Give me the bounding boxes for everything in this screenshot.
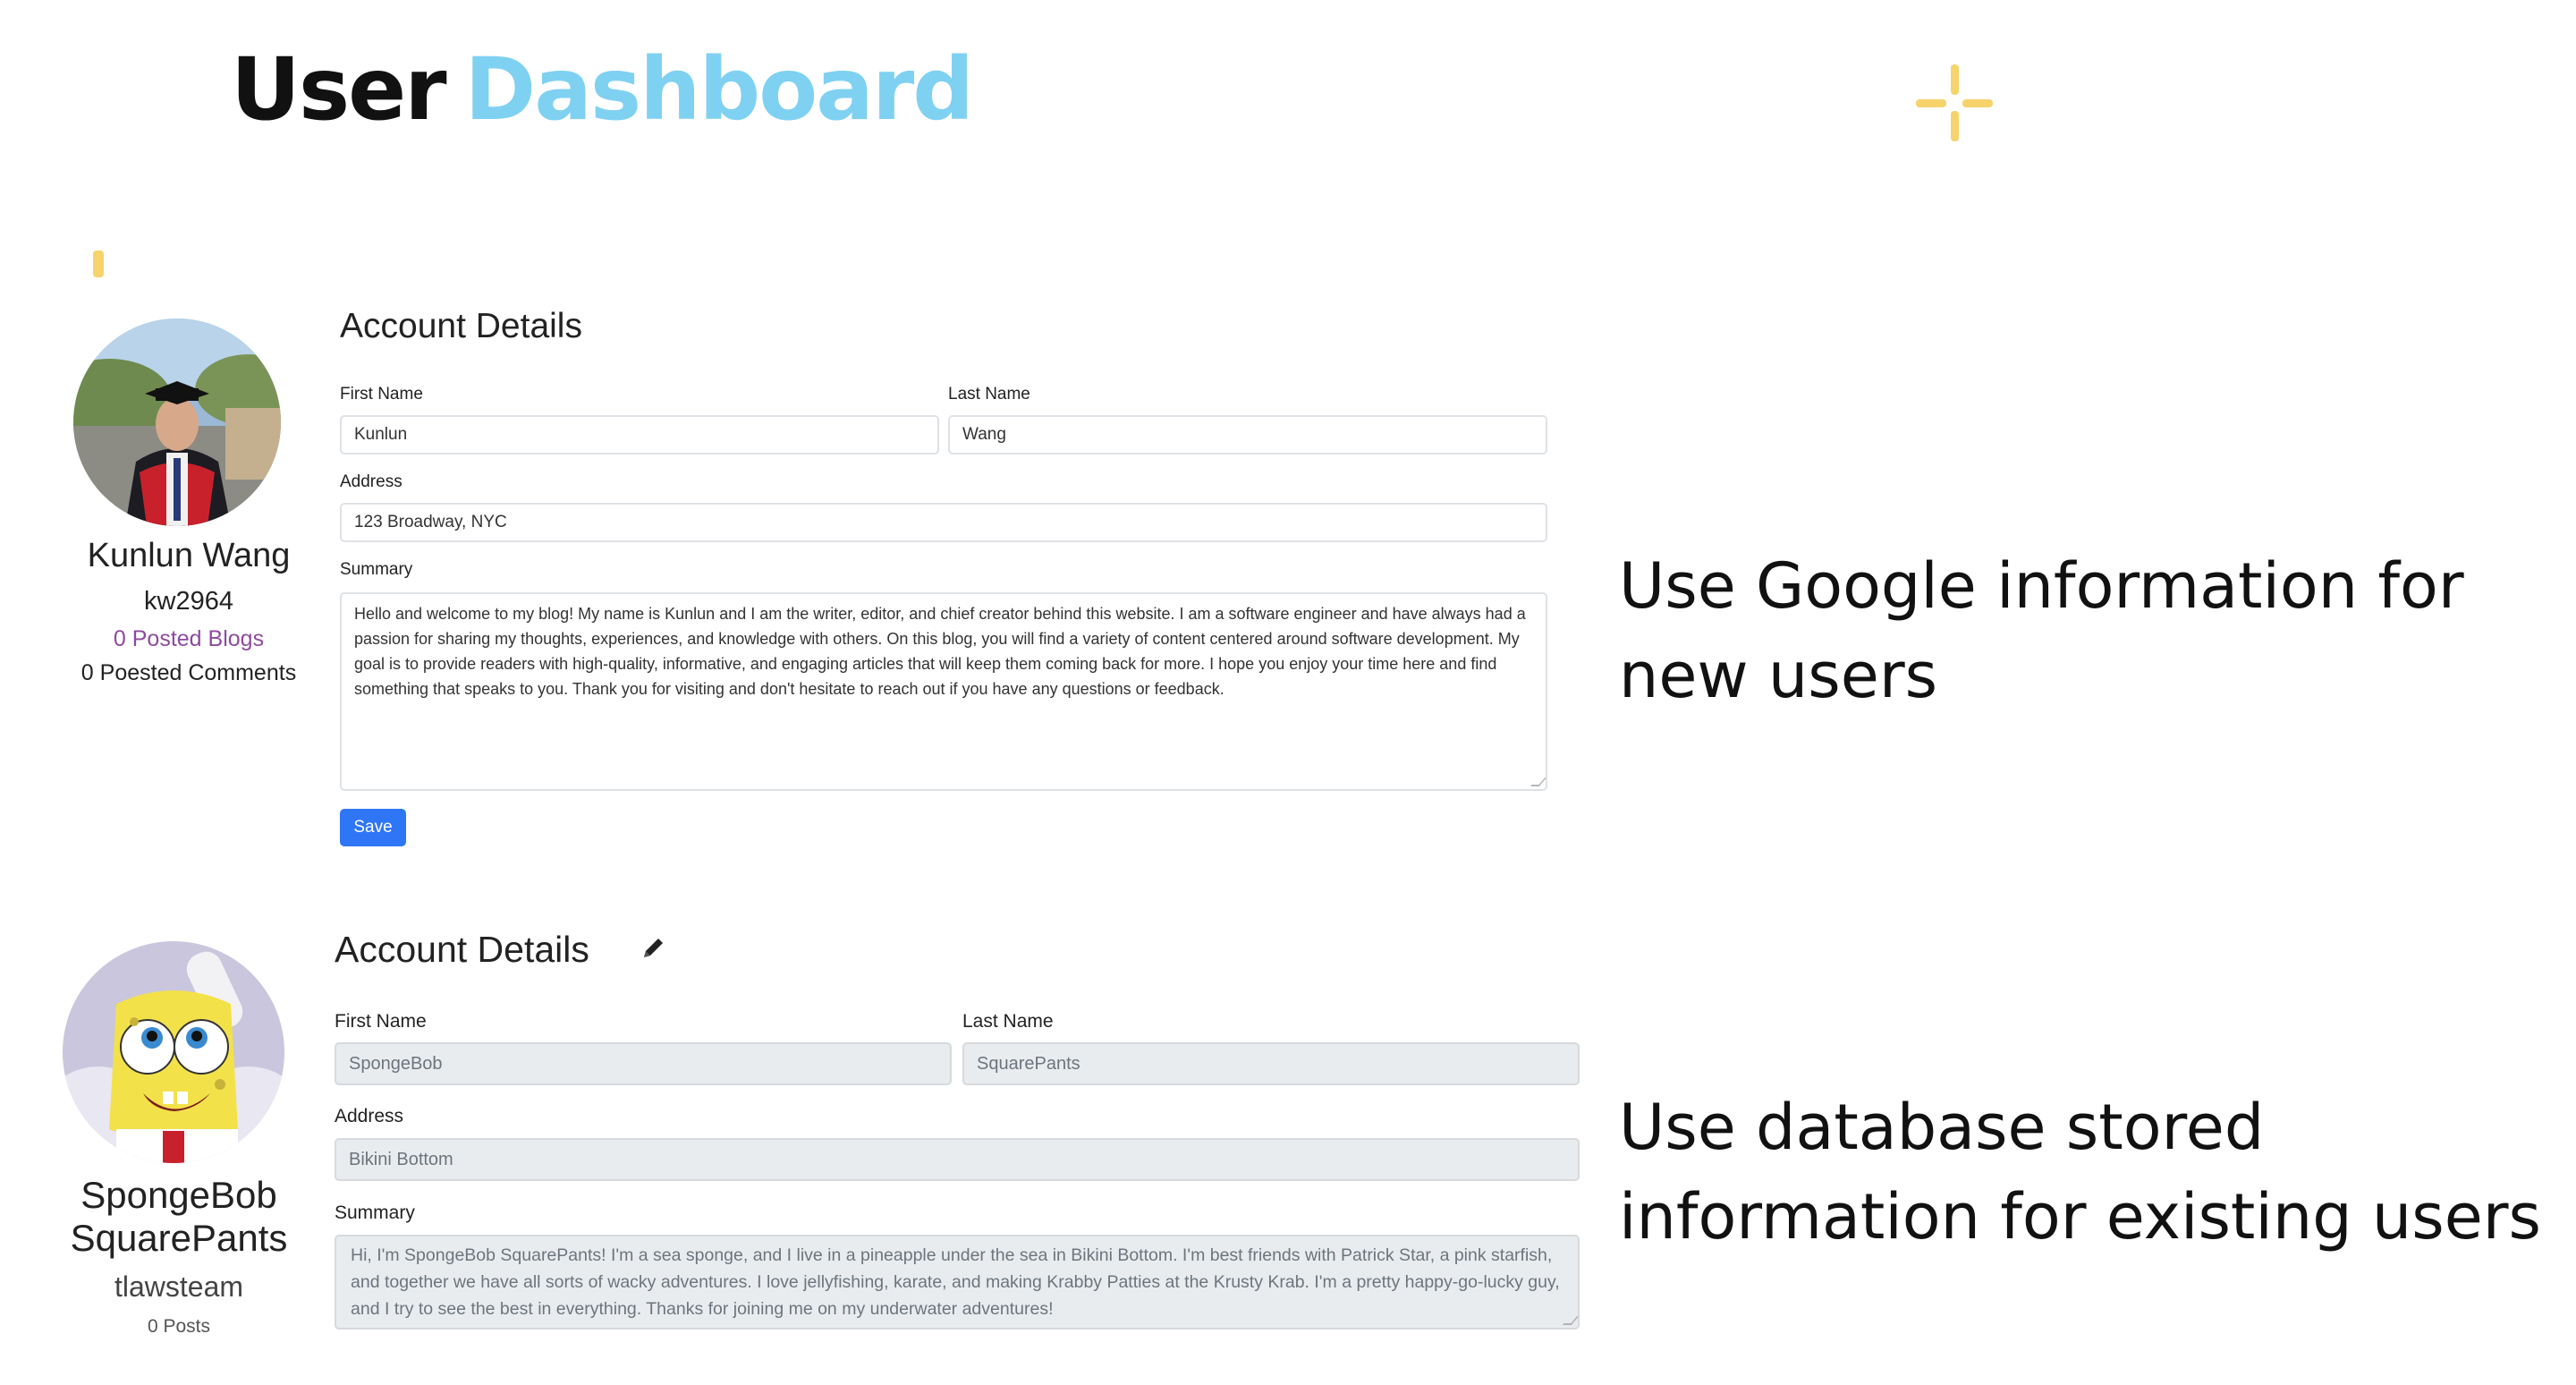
- avatar-kunlun: [73, 319, 281, 526]
- summary-textarea[interactable]: Hi, I'm SpongeBob SquarePants! I'm a sea…: [335, 1235, 1580, 1330]
- address-input[interactable]: 123 Broadway, NYC: [340, 503, 1547, 542]
- pencil-icon[interactable]: [640, 934, 667, 961]
- summary-text: Hello and welcome to my blog! My name is…: [354, 605, 1526, 698]
- last-name-label: Last Name: [962, 1011, 1054, 1032]
- account-details-heading: Account Details: [335, 929, 589, 970]
- first-name-input[interactable]: SpongeBob: [335, 1042, 952, 1085]
- note-existing-users: Use database stored information for exis…: [1619, 1091, 2542, 1253]
- sparkle-icon: [1916, 64, 1993, 141]
- first-name-label: First Name: [340, 385, 423, 404]
- profile-blogs-link[interactable]: 0 Posted Blogs: [50, 626, 327, 652]
- note-new-users: Use Google information for new users: [1619, 549, 2464, 712]
- slide: User Dashboard Use Google information for…: [0, 0, 2576, 1385]
- profile-username: tlawsteam: [114, 1270, 244, 1303]
- profile-name: Kunlun Wang: [87, 537, 291, 574]
- profile-comments: 0 Poested Comments: [80, 660, 297, 685]
- profile-username: kw2964: [144, 587, 233, 616]
- title-word-user: User: [231, 39, 447, 140]
- last-name-input[interactable]: Wang: [948, 415, 1547, 455]
- resize-handle[interactable]: [1562, 1316, 1578, 1325]
- first-name-label: First Name: [335, 1011, 427, 1032]
- address-label: Address: [340, 472, 402, 491]
- page-title: User Dashboard: [231, 47, 974, 132]
- decorative-mark: [93, 251, 104, 277]
- last-name-input[interactable]: SquarePants: [962, 1042, 1580, 1085]
- summary-textarea[interactable]: Hello and welcome to my blog! My name is…: [340, 592, 1547, 791]
- title-word-dashboard: Dashboard: [464, 39, 974, 140]
- summary-label: Summary: [340, 560, 413, 579]
- summary-label: Summary: [335, 1202, 415, 1223]
- profile-name: SpongeBob SquarePants: [70, 1174, 288, 1259]
- account-details-heading: Account Details: [340, 307, 582, 345]
- last-name-label: Last Name: [948, 385, 1030, 404]
- save-button[interactable]: Save: [340, 809, 406, 846]
- resize-handle[interactable]: [1530, 777, 1546, 786]
- profile-posts: 0 Posts: [147, 1316, 211, 1337]
- address-label: Address: [335, 1106, 404, 1126]
- address-input[interactable]: Bikini Bottom: [335, 1138, 1580, 1181]
- summary-text: Hi, I'm SpongeBob SquarePants! I'm a sea…: [351, 1245, 1560, 1319]
- first-name-input[interactable]: Kunlun: [340, 415, 939, 455]
- avatar-spongebob: [63, 941, 284, 1163]
